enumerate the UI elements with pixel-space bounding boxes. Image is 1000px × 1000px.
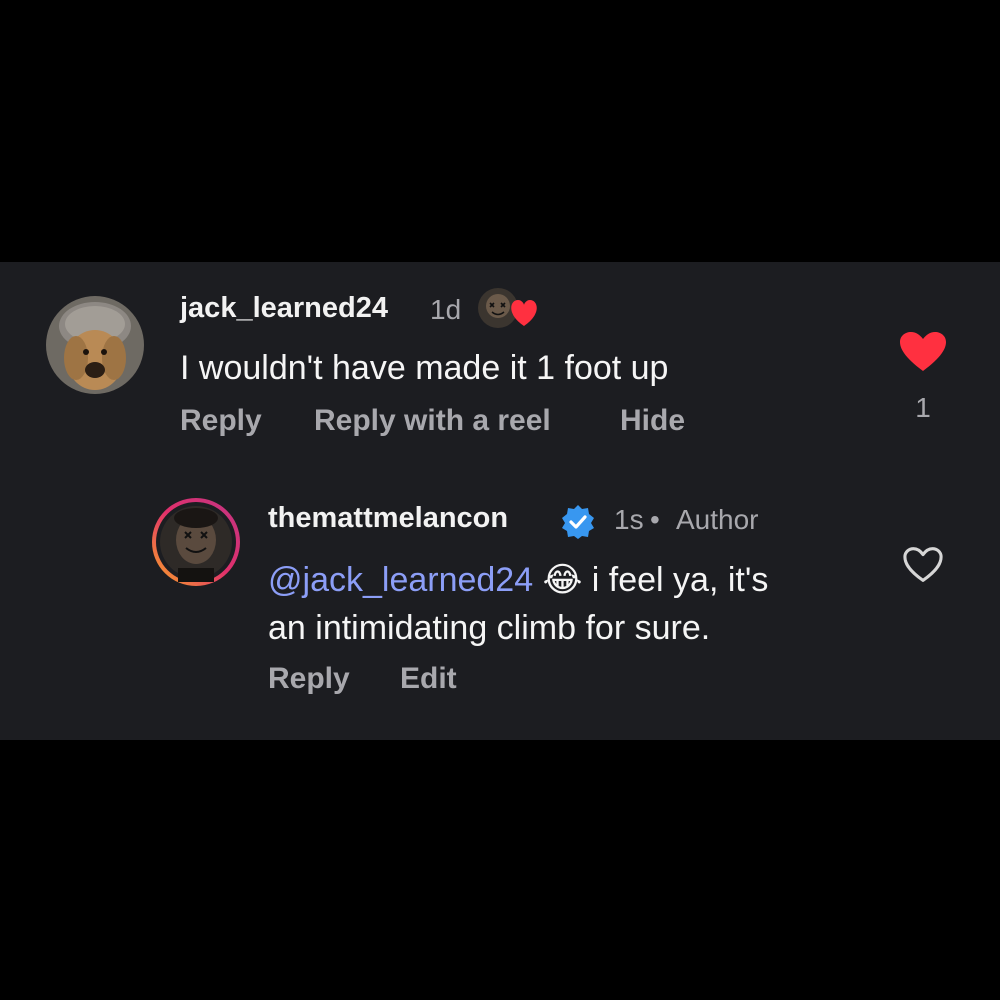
hide-button[interactable]: Hide [620, 404, 685, 438]
avatar-themattmelancon[interactable] [150, 496, 242, 588]
reply-with-reel-button[interactable]: Reply with a reel [314, 404, 551, 438]
like-count: 1 [915, 392, 931, 423]
comment-username[interactable]: jack_learned24 [180, 292, 388, 325]
verified-badge-icon [560, 504, 596, 540]
mention-link[interactable]: @jack_learned24 [268, 561, 533, 599]
avatar-jack-learned24[interactable] [46, 296, 144, 394]
laughing-emoji-icon: 😂 [542, 561, 583, 599]
reply-timestamp: 1s [614, 504, 644, 535]
like-heart-filled-icon[interactable] [900, 332, 946, 372]
comment-text: I wouldn't have made it 1 foot up [180, 349, 669, 387]
reply-text-line2: an intimidating climb for sure. [268, 609, 711, 647]
reply-text-line1: @jack_learned24 😂 i feel ya, it's [268, 556, 768, 604]
author-label: Author [676, 504, 759, 535]
creator-liked-heart-icon [476, 286, 542, 332]
reply-username[interactable]: themattmelancon [268, 502, 508, 535]
comment-timestamp: 1d [430, 294, 462, 325]
like-heart-outline-icon[interactable] [902, 546, 944, 584]
comments-panel: jack_learned24 1d I wouldn't have made i… [0, 262, 1000, 740]
reply-text-part: i feel ya, it's [582, 561, 769, 599]
edit-button[interactable]: Edit [400, 662, 457, 696]
reply-button[interactable]: Reply [180, 404, 262, 438]
reply-button-2[interactable]: Reply [268, 662, 350, 696]
meta-separator: • [650, 504, 660, 535]
